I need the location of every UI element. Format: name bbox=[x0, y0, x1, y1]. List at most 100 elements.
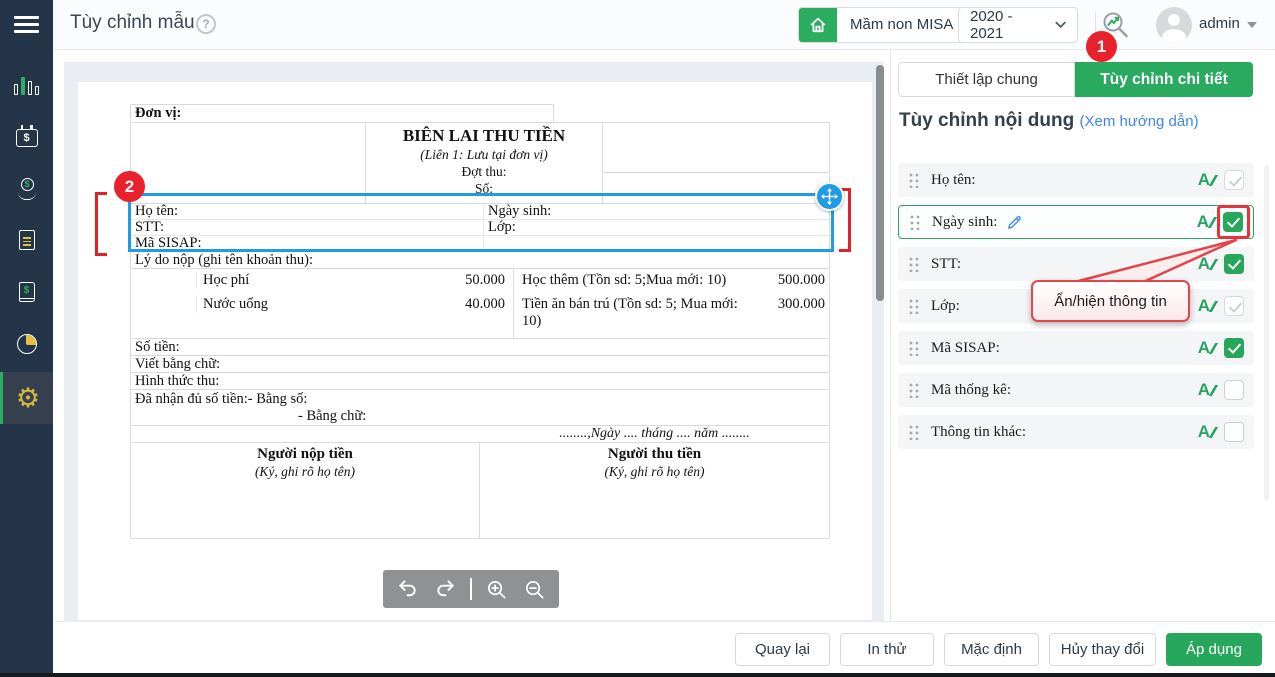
drag-handle-icon[interactable] bbox=[908, 424, 919, 440]
in-words-label: Viết bằng chữ: bbox=[130, 355, 830, 373]
date-row: ........,Ngày .... tháng .... năm ......… bbox=[130, 425, 830, 443]
user-menu-chevron-icon[interactable] bbox=[1247, 22, 1257, 28]
guide-link[interactable]: (Xem hướng dẫn) bbox=[1079, 113, 1198, 130]
cash-book-icon: $ bbox=[18, 282, 35, 302]
step-1-badge: 1 bbox=[1086, 31, 1117, 62]
user-avatar[interactable] bbox=[1156, 7, 1192, 43]
receipt-header: BIÊN LAI THU TIỀN (Liên 1: Lưu tại đơn v… bbox=[130, 122, 830, 204]
canvas-scrollbar[interactable] bbox=[876, 65, 884, 301]
undo-icon[interactable] bbox=[395, 576, 421, 602]
font-style-icon[interactable]: A bbox=[1198, 296, 1215, 316]
drag-handle-icon[interactable] bbox=[908, 172, 919, 188]
move-handle-icon[interactable] bbox=[815, 182, 844, 211]
panel-tabs: Thiết lập chung Tùy chỉnh chi tiết bbox=[898, 62, 1253, 97]
received-block: Đã nhận đủ số tiền:- Bằng số: - Bằng chữ… bbox=[130, 389, 830, 426]
hamburger-menu-icon[interactable] bbox=[14, 16, 39, 34]
field-sisap: Mã SISAP: bbox=[135, 235, 202, 251]
field-name: Họ tên: bbox=[135, 203, 179, 219]
visibility-checkbox[interactable] bbox=[1224, 380, 1244, 400]
zoom-in-icon[interactable] bbox=[484, 576, 510, 602]
date-line: ........,Ngày .... tháng .... năm ......… bbox=[559, 426, 750, 441]
fee-amount: 500.000 bbox=[777, 272, 825, 288]
school-year-value: 2020 - 2021 bbox=[970, 8, 1013, 42]
school-year-dropdown[interactable]: 2020 - 2021 bbox=[958, 7, 1078, 43]
bar-chart-icon bbox=[14, 77, 39, 95]
reason-label: Lý do nộp (ghi tên khoản thu): bbox=[130, 250, 830, 269]
drag-handle-icon[interactable] bbox=[908, 256, 919, 272]
visibility-checkbox[interactable] bbox=[1224, 338, 1244, 358]
receipt-page: Đơn vị: BIÊN LAI THU TIỀN (Liên 1: Lưu t… bbox=[78, 82, 872, 620]
student-info-block[interactable]: Họ tên: Ngày sinh: STT: Lớp: Mã SISAP: bbox=[130, 203, 830, 252]
zoom-out-icon[interactable] bbox=[521, 576, 547, 602]
field-row-ngay-sinh[interactable]: Ngày sinh: A bbox=[898, 205, 1254, 239]
sidebar-item-cashbook[interactable]: $ bbox=[0, 270, 53, 314]
visibility-checkbox[interactable] bbox=[1224, 422, 1244, 442]
panel-scrollbar[interactable] bbox=[1264, 165, 1269, 500]
tab-general-settings[interactable]: Thiết lập chung bbox=[898, 62, 1076, 97]
sidebar-item-collection[interactable]: $ bbox=[0, 166, 53, 210]
pie-chart-icon bbox=[16, 334, 37, 354]
sidebar-item-settings[interactable]: ⚙ bbox=[0, 372, 53, 424]
tab-detail-customize[interactable]: Tùy chỉnh chi tiết bbox=[1075, 62, 1253, 97]
receipt-copy-note: (Liên 1: Lưu tại đơn vị) bbox=[420, 147, 548, 162]
field-dob: Ngày sinh: bbox=[483, 204, 829, 219]
unit-label: Đơn vị: bbox=[130, 104, 554, 123]
font-style-icon[interactable]: A bbox=[1198, 380, 1215, 400]
window-bottom-edge bbox=[0, 673, 1275, 677]
show-hide-tooltip: Ẩn/hiện thông tin bbox=[1031, 280, 1190, 322]
apply-button[interactable]: Áp dụng bbox=[1166, 633, 1262, 666]
sidebar-item-reports[interactable] bbox=[0, 322, 53, 366]
visibility-checkbox[interactable] bbox=[1224, 170, 1244, 190]
font-style-icon[interactable]: A bbox=[1198, 422, 1215, 442]
page-title: Tùy chỉnh mẫu bbox=[70, 12, 195, 33]
payer-title: Người nộp tiền bbox=[257, 446, 353, 462]
visibility-checkbox[interactable] bbox=[1224, 296, 1244, 316]
username-label: admin bbox=[1199, 15, 1240, 32]
batch-label: Đợt thu: bbox=[461, 164, 507, 179]
signature-row: Người nộp tiền (Ký, ghi rõ họ tên) Người… bbox=[130, 442, 830, 539]
app-window: $ $ $ ⚙ Tùy chỉnh mẫu ? Mầm non MISA 202… bbox=[0, 0, 1275, 677]
font-style-icon[interactable]: A bbox=[1198, 338, 1215, 358]
field-row-thong-tin-khac[interactable]: Thông tin khác: A bbox=[898, 415, 1254, 449]
calendar-dollar-icon: $ bbox=[15, 125, 38, 147]
received-line2: - Bằng chữ: bbox=[298, 408, 367, 424]
chevron-down-icon bbox=[1055, 21, 1066, 29]
redo-icon[interactable] bbox=[433, 576, 459, 602]
document-icon bbox=[18, 230, 35, 250]
collector-note: (Ký, ghi rõ họ tên) bbox=[604, 464, 705, 479]
field-row-ma-thong-ke[interactable]: Mã thống kê: A bbox=[898, 373, 1254, 407]
method-label: Hình thức thu: bbox=[130, 372, 830, 390]
sidebar-item-documents[interactable] bbox=[0, 218, 53, 262]
collector-title: Người thu tiền bbox=[607, 446, 702, 462]
field-class: Lớp: bbox=[483, 220, 829, 235]
fee-name: Tiền ăn bán trú (Tồn sd: 5; Mua mới: 10) bbox=[522, 296, 738, 329]
back-button[interactable]: Quay lại bbox=[735, 633, 830, 666]
school-name-label: Mầm non MISA bbox=[850, 16, 954, 33]
receipt-title: BIÊN LAI THU TIỀN bbox=[402, 126, 566, 145]
panel-heading: Tùy chỉnh nội dung (Xem hướng dẫn) bbox=[899, 110, 1199, 131]
drag-handle-icon[interactable] bbox=[908, 298, 919, 314]
fee-amount: 50.000 bbox=[465, 272, 505, 288]
font-style-icon[interactable]: A bbox=[1197, 212, 1214, 232]
default-button[interactable]: Mặc định bbox=[944, 633, 1039, 666]
fee-name: Học thêm (Tồn sd: 5;Mua mới: 10) bbox=[522, 272, 727, 288]
sidebar-item-fees[interactable]: $ bbox=[0, 116, 53, 160]
school-button[interactable]: Mầm non MISA bbox=[798, 7, 968, 43]
edit-pencil-icon[interactable] bbox=[1006, 214, 1023, 231]
footer-bar: Quay lại In thử Mặc định Hủy thay đổi Áp… bbox=[53, 621, 1275, 673]
drag-handle-icon[interactable] bbox=[908, 340, 919, 356]
customize-panel: Thiết lập chung Tùy chỉnh chi tiết Tùy c… bbox=[890, 50, 1275, 625]
fee-name: Nước uống bbox=[196, 296, 435, 313]
help-icon[interactable]: ? bbox=[196, 14, 216, 34]
drag-handle-icon[interactable] bbox=[909, 214, 920, 230]
sidebar-item-dashboard[interactable] bbox=[0, 64, 53, 108]
field-row-ho-ten[interactable]: Họ tên: A bbox=[898, 163, 1254, 197]
drag-handle-icon[interactable] bbox=[908, 382, 919, 398]
font-style-icon[interactable]: A bbox=[1198, 170, 1215, 190]
field-stt: STT: bbox=[135, 219, 165, 235]
test-print-button[interactable]: In thử bbox=[840, 633, 934, 666]
discard-changes-button[interactable]: Hủy thay đổi bbox=[1049, 633, 1156, 666]
hand-coin-icon: $ bbox=[16, 176, 38, 200]
home-icon bbox=[799, 8, 837, 42]
field-row-ma-sisap[interactable]: Mã SISAP: A bbox=[898, 331, 1254, 365]
